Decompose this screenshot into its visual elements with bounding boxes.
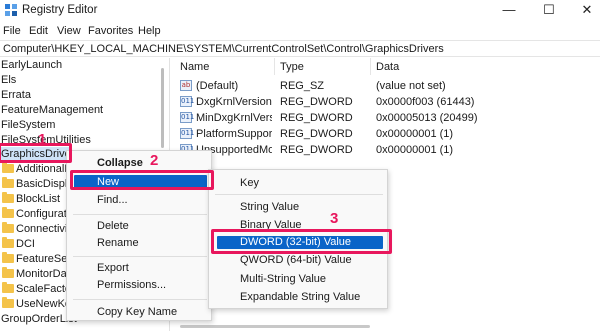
- menu-collapse[interactable]: Collapse: [97, 157, 143, 169]
- window-title: Registry Editor: [22, 4, 98, 16]
- menu-export[interactable]: Export: [97, 262, 129, 274]
- menu-permissions[interactable]: Permissions...: [97, 279, 166, 291]
- value-type: REG_DWORD: [280, 128, 353, 140]
- tree-item-earlylaunch[interactable]: EarlyLaunch: [0, 58, 158, 73]
- column-type[interactable]: Type: [280, 61, 304, 73]
- folder-icon: [2, 162, 14, 173]
- value-name: PlatformSupportMiracast: [196, 128, 272, 140]
- address-path: Computer\HKEY_LOCAL_MACHINE\SYSTEM\Curre…: [3, 43, 444, 55]
- folder-icon: [2, 252, 14, 263]
- menu-file[interactable]: File: [3, 25, 21, 37]
- step-3-callout: [211, 229, 392, 254]
- folder-icon: [2, 177, 14, 188]
- value-data: (value not set): [376, 80, 446, 92]
- binary-value-icon: 011: [180, 112, 195, 123]
- column-divider[interactable]: [274, 58, 275, 75]
- value-name: MinDxgKrnlVersion: [196, 112, 272, 124]
- menu-help[interactable]: Help: [138, 25, 161, 37]
- value-data: 0x00005013 (20499): [376, 112, 478, 124]
- value-row[interactable]: 011 DxgKrnlVersion REG_DWORD 0x0000f003 …: [172, 94, 600, 110]
- tree-item-errata[interactable]: Errata: [0, 88, 158, 103]
- value-data: 0x00000001 (1): [376, 128, 454, 140]
- submenu-multi-string-value[interactable]: Multi-String Value: [240, 273, 326, 285]
- binary-value-icon: 011: [180, 96, 195, 107]
- menu-find[interactable]: Find...: [97, 194, 128, 206]
- tree-item-els[interactable]: Els: [0, 73, 158, 88]
- value-data: 0x00000001 (1): [376, 144, 454, 156]
- folder-icon: [2, 222, 14, 233]
- folder-icon: [2, 297, 14, 308]
- folder-icon: [2, 282, 14, 293]
- menu-divider: [73, 299, 207, 300]
- value-row[interactable]: 011 PlatformSupportMiracast REG_DWORD 0x…: [172, 126, 600, 142]
- step-2-callout: [70, 170, 214, 190]
- registry-editor-icon: [5, 4, 17, 16]
- value-name: (Default): [196, 80, 239, 92]
- menu-divider: [73, 214, 207, 215]
- menu-bar: File Edit View Favorites Help: [0, 22, 600, 40]
- value-type: REG_DWORD: [280, 144, 353, 156]
- title-bar: Registry Editor — ☐ ✕: [0, 0, 600, 21]
- menu-rename[interactable]: Rename: [97, 237, 139, 249]
- menu-delete[interactable]: Delete: [97, 220, 129, 232]
- value-name: DxgKrnlVersion: [196, 96, 272, 108]
- submenu-string-value[interactable]: String Value: [240, 201, 299, 213]
- folder-icon: [2, 237, 14, 248]
- menu-copy-key-name[interactable]: Copy Key Name: [97, 306, 177, 318]
- submenu-qword-value[interactable]: QWORD (64-bit) Value: [240, 254, 352, 266]
- column-divider[interactable]: [370, 58, 371, 75]
- values-horizontal-scrollbar[interactable]: [172, 322, 600, 331]
- binary-value-icon: 011: [180, 128, 195, 139]
- column-data[interactable]: Data: [376, 61, 399, 73]
- values-scroll-thumb[interactable]: [180, 325, 370, 328]
- close-button[interactable]: ✕: [576, 2, 598, 18]
- string-value-icon: ab: [180, 80, 192, 91]
- folder-icon: [2, 267, 14, 278]
- submenu-key[interactable]: Key: [240, 177, 259, 189]
- submenu-expandable-string-value[interactable]: Expandable String Value: [240, 291, 360, 303]
- column-name[interactable]: Name: [180, 61, 209, 73]
- folder-icon: [2, 207, 14, 218]
- value-type: REG_DWORD: [280, 112, 353, 124]
- menu-divider: [215, 194, 383, 195]
- menu-edit[interactable]: Edit: [29, 25, 48, 37]
- minimize-button[interactable]: —: [498, 2, 520, 18]
- step-3-number: 3: [330, 210, 339, 227]
- menu-favorites[interactable]: Favorites: [88, 25, 133, 37]
- step-1-number: 1: [38, 131, 47, 148]
- value-type: REG_SZ: [280, 80, 325, 92]
- value-row[interactable]: 011 UnsupportedMonitorModesAllowed REG_D…: [172, 142, 600, 158]
- value-row[interactable]: 011 MinDxgKrnlVersion REG_DWORD 0x000050…: [172, 110, 600, 126]
- maximize-button[interactable]: ☐: [538, 2, 560, 18]
- folder-icon: [2, 192, 14, 203]
- step-2-number: 2: [150, 152, 159, 169]
- menu-divider: [73, 256, 207, 257]
- tree-item-featuremanagement[interactable]: FeatureManagement: [0, 103, 158, 118]
- tree-scroll-thumb[interactable]: [161, 68, 164, 148]
- address-bar[interactable]: Computer\HKEY_LOCAL_MACHINE\SYSTEM\Curre…: [0, 40, 600, 57]
- step-1-callout: [0, 143, 72, 163]
- value-row[interactable]: ab (Default) REG_SZ (value not set): [172, 78, 600, 94]
- menu-view[interactable]: View: [57, 25, 81, 37]
- value-type: REG_DWORD: [280, 96, 353, 108]
- tree-item-filesystem[interactable]: FileSystem: [0, 118, 158, 133]
- value-data: 0x0000f003 (61443): [376, 96, 475, 108]
